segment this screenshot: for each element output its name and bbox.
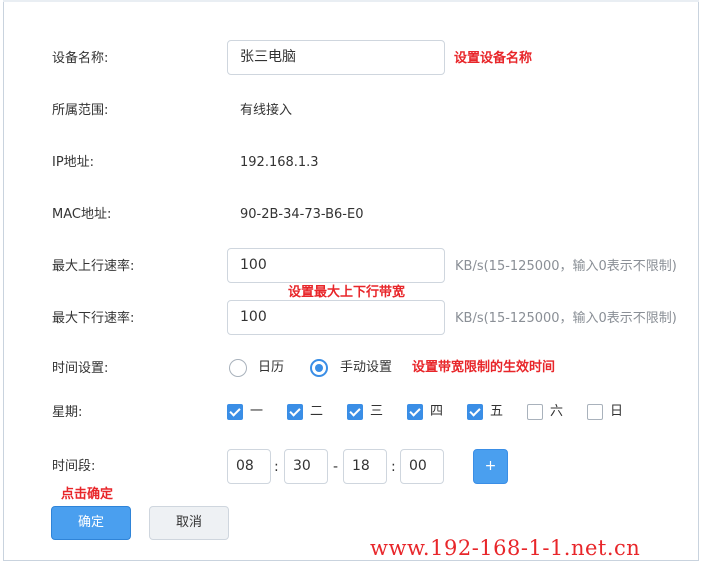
colon-separator: : <box>274 459 279 475</box>
mac-label: MAC地址: <box>52 207 112 222</box>
top-divider <box>3 0 699 2</box>
start-hour-input[interactable]: 08 <box>227 449 271 484</box>
ip-value: 192.168.1.3 <box>240 155 319 170</box>
day-thu-label: 四 <box>430 404 444 419</box>
max-up-input[interactable]: 100 <box>227 248 445 283</box>
ip-label: IP地址: <box>52 155 95 170</box>
day-tue-label: 二 <box>310 404 324 419</box>
colon-separator: : <box>391 459 396 475</box>
plus-icon: + <box>484 458 497 474</box>
day-sun-checkbox[interactable] <box>587 404 603 420</box>
cancel-button[interactable]: 取消 <box>149 506 229 540</box>
scope-label: 所属范围: <box>52 103 109 118</box>
add-time-range-button[interactable]: + <box>473 449 508 484</box>
max-down-label: 最大下行速率: <box>52 311 135 326</box>
max-down-hint: KB/s(15-125000，输入0表示不限制) <box>455 311 677 326</box>
day-wed-label: 三 <box>370 404 384 419</box>
device-name-input[interactable]: 张三电脑 <box>227 40 445 75</box>
confirm-annotation: 点击确定 <box>61 487 114 502</box>
manual-radio-label[interactable]: 手动设置 <box>340 359 392 377</box>
end-minute-input[interactable]: 00 <box>400 449 444 484</box>
max-down-input[interactable]: 100 <box>227 300 445 335</box>
device-name-label: 设备名称: <box>52 51 109 66</box>
calendar-radio-label[interactable]: 日历 <box>258 359 284 377</box>
end-hour-input[interactable]: 18 <box>343 449 387 484</box>
calendar-radio[interactable] <box>229 359 247 377</box>
dash-separator: - <box>333 459 339 475</box>
start-minute-input[interactable]: 30 <box>284 449 328 484</box>
day-tue-checkbox[interactable] <box>287 404 303 420</box>
device-name-annotation: 设置设备名称 <box>454 51 533 66</box>
day-mon-checkbox[interactable] <box>227 404 243 420</box>
max-up-hint: KB/s(15-125000，输入0表示不限制) <box>455 259 677 274</box>
day-fri-checkbox[interactable] <box>467 404 483 420</box>
manual-radio[interactable] <box>310 359 328 377</box>
scope-value: 有线接入 <box>240 103 293 118</box>
time-setting-label: 时间设置: <box>52 361 109 376</box>
day-wed-checkbox[interactable] <box>347 404 363 420</box>
day-sun-label: 日 <box>610 404 624 419</box>
week-label: 星期: <box>52 405 83 420</box>
watermark: www.192-168-1-1.net.cn <box>370 536 641 560</box>
day-sat-checkbox[interactable] <box>527 404 543 420</box>
mac-value: 90-2B-34-73-B6-E0 <box>240 207 364 222</box>
time-setting-annotation: 设置带宽限制的生效时间 <box>412 360 556 375</box>
confirm-button[interactable]: 确定 <box>51 506 131 540</box>
day-mon-label: 一 <box>250 404 264 419</box>
time-range-label: 时间段: <box>52 459 96 474</box>
day-sat-label: 六 <box>550 404 564 419</box>
max-up-label: 最大上行速率: <box>52 259 135 274</box>
day-fri-label: 五 <box>490 404 504 419</box>
day-thu-checkbox[interactable] <box>407 404 423 420</box>
